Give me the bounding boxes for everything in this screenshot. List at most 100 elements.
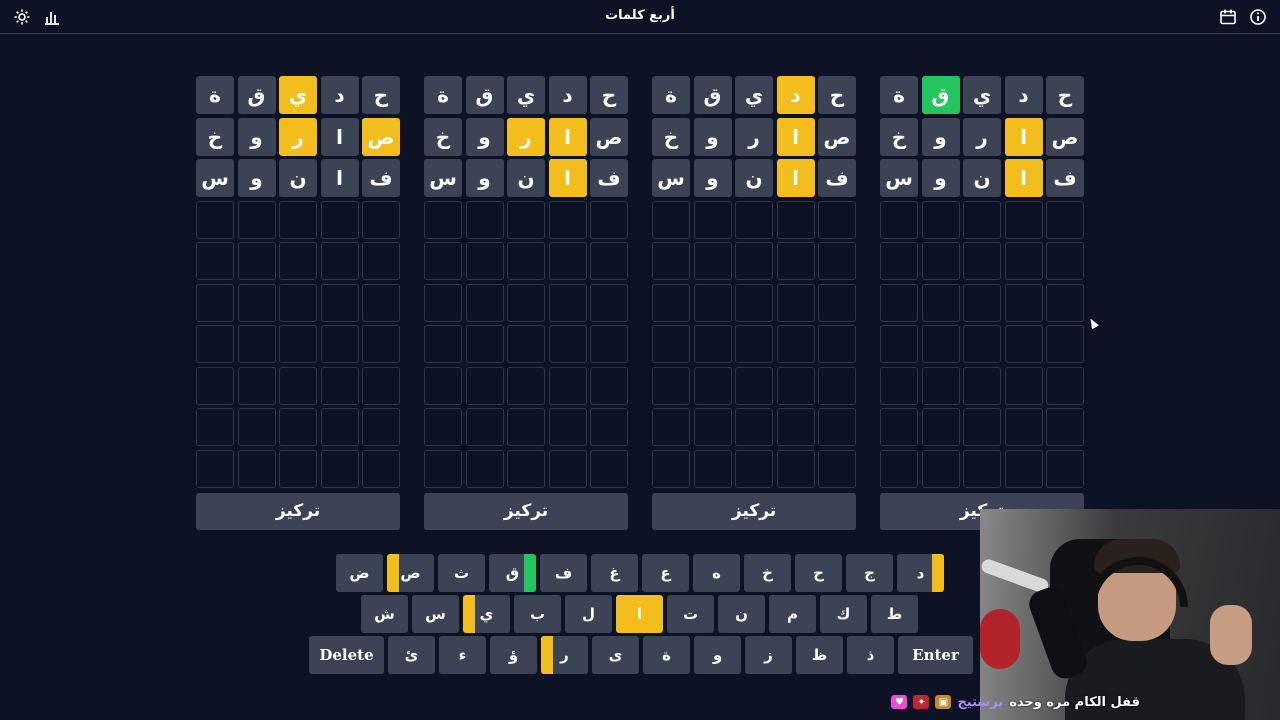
letter-key[interactable]: ف xyxy=(540,554,587,592)
letter-tile: ف xyxy=(590,159,628,197)
empty-tile xyxy=(196,242,234,280)
focus-button[interactable]: تركيز xyxy=(424,492,628,530)
chat-message: قفل الكام مره وحده برستيج ▣ ✦ ♥ xyxy=(891,692,1140,712)
heart-badge-icon: ♥ xyxy=(891,695,908,709)
letter-key[interactable]: ي xyxy=(463,595,510,633)
letter-key[interactable]: ى xyxy=(592,636,639,674)
empty-tile xyxy=(196,449,234,488)
key-label: Delete xyxy=(319,646,374,664)
empty-tile xyxy=(320,283,359,322)
focus-button[interactable]: تركيز xyxy=(652,492,856,530)
empty-tile xyxy=(196,283,234,322)
letter-tile: ف xyxy=(1046,159,1084,197)
chat-text: قفل الكام مره وحده xyxy=(1009,694,1140,710)
empty-tile xyxy=(1004,408,1043,446)
letter-key[interactable]: ض xyxy=(336,554,383,592)
letter-key[interactable]: ت xyxy=(667,595,714,633)
empty-tile xyxy=(424,200,462,239)
letter-tile: ي xyxy=(507,76,545,114)
top-bar: أربع كلمات xyxy=(0,0,1280,34)
delete-key[interactable]: Delete xyxy=(309,636,384,674)
letter-key[interactable]: ص xyxy=(387,554,434,592)
key-label: ى xyxy=(608,646,623,664)
key-label: ع xyxy=(660,564,671,582)
letter-key[interactable]: ة xyxy=(643,636,690,674)
letter-key[interactable]: ع xyxy=(642,554,689,592)
letter-key[interactable]: ء xyxy=(439,636,486,674)
letter-tile: ر xyxy=(279,117,317,156)
letter-key[interactable]: ز xyxy=(745,636,792,674)
enter-key[interactable]: Enter xyxy=(898,636,973,674)
letter-tile: و xyxy=(237,117,276,156)
letter-key[interactable]: ئ xyxy=(388,636,435,674)
empty-tile xyxy=(880,325,918,363)
letter-key[interactable]: ا xyxy=(616,595,663,633)
empty-tile xyxy=(1046,449,1084,488)
letter-key[interactable]: ط xyxy=(871,595,918,633)
chat-username: برستيج xyxy=(957,694,1004,710)
empty-tile xyxy=(507,449,545,488)
focus-button[interactable]: تركيز xyxy=(196,492,400,530)
letter-key[interactable]: ذ xyxy=(847,636,894,674)
letter-key[interactable]: غ xyxy=(591,554,638,592)
empty-tile xyxy=(424,283,462,322)
letter-key[interactable]: ث xyxy=(438,554,485,592)
letter-tile: ا xyxy=(776,159,815,197)
letter-key[interactable]: ؤ xyxy=(490,636,537,674)
letter-key[interactable]: ش xyxy=(361,595,408,633)
letter-tile: ا xyxy=(320,117,359,156)
webcam-overlay xyxy=(980,509,1280,720)
letter-key[interactable]: و xyxy=(694,636,741,674)
letter-tile: ح xyxy=(362,76,400,114)
empty-tile xyxy=(963,325,1001,363)
empty-tile xyxy=(921,283,960,322)
letter-tile: ي xyxy=(735,76,773,114)
board-grid: ةقيدح خوراص سوناف xyxy=(652,76,856,488)
letter-key[interactable]: ح xyxy=(795,554,842,592)
letter-key[interactable]: ل xyxy=(565,595,612,633)
empty-tile xyxy=(424,408,462,446)
letter-key[interactable]: م xyxy=(769,595,816,633)
letter-tile: و xyxy=(921,117,960,156)
key-label: و xyxy=(712,646,723,664)
key-label: ه xyxy=(712,564,721,582)
letter-key[interactable]: ظ xyxy=(796,636,843,674)
key-label: ج xyxy=(864,564,875,582)
key-label: غ xyxy=(609,564,620,582)
key-label: خ xyxy=(762,564,773,582)
empty-tile xyxy=(196,408,234,446)
letter-key[interactable]: ق xyxy=(489,554,536,592)
letter-key[interactable]: ن xyxy=(718,595,765,633)
empty-tile xyxy=(320,366,359,405)
letter-key[interactable]: ه xyxy=(693,554,740,592)
letter-tile: ن xyxy=(963,159,1001,197)
info-icon[interactable] xyxy=(1248,7,1268,27)
empty-tile xyxy=(362,408,400,446)
empty-tile xyxy=(652,325,690,363)
letter-key[interactable]: ك xyxy=(820,595,867,633)
empty-tile xyxy=(1004,283,1043,322)
letter-key[interactable]: ر xyxy=(541,636,588,674)
empty-tile xyxy=(237,283,276,322)
letter-key[interactable]: د xyxy=(897,554,944,592)
letter-key[interactable]: خ xyxy=(744,554,791,592)
empty-tile xyxy=(424,325,462,363)
letter-key[interactable]: ب xyxy=(514,595,561,633)
key-label: ز xyxy=(764,646,773,664)
key-label: ل xyxy=(581,605,595,623)
empty-tile xyxy=(880,200,918,239)
empty-tile xyxy=(196,366,234,405)
letter-tile: ح xyxy=(590,76,628,114)
board-2: ةقيدح خوراص سوناف تركيز xyxy=(424,76,628,530)
key-label: م xyxy=(787,605,798,623)
calendar-icon[interactable] xyxy=(1218,7,1238,27)
empty-tile xyxy=(1004,325,1043,363)
empty-tile xyxy=(465,283,504,322)
empty-tile xyxy=(590,366,628,405)
empty-tile xyxy=(590,449,628,488)
letter-key[interactable]: ج xyxy=(846,554,893,592)
letter-key[interactable]: س xyxy=(412,595,459,633)
letter-tile: ا xyxy=(548,117,587,156)
streamer-hand xyxy=(1210,605,1252,665)
empty-tile xyxy=(590,325,628,363)
